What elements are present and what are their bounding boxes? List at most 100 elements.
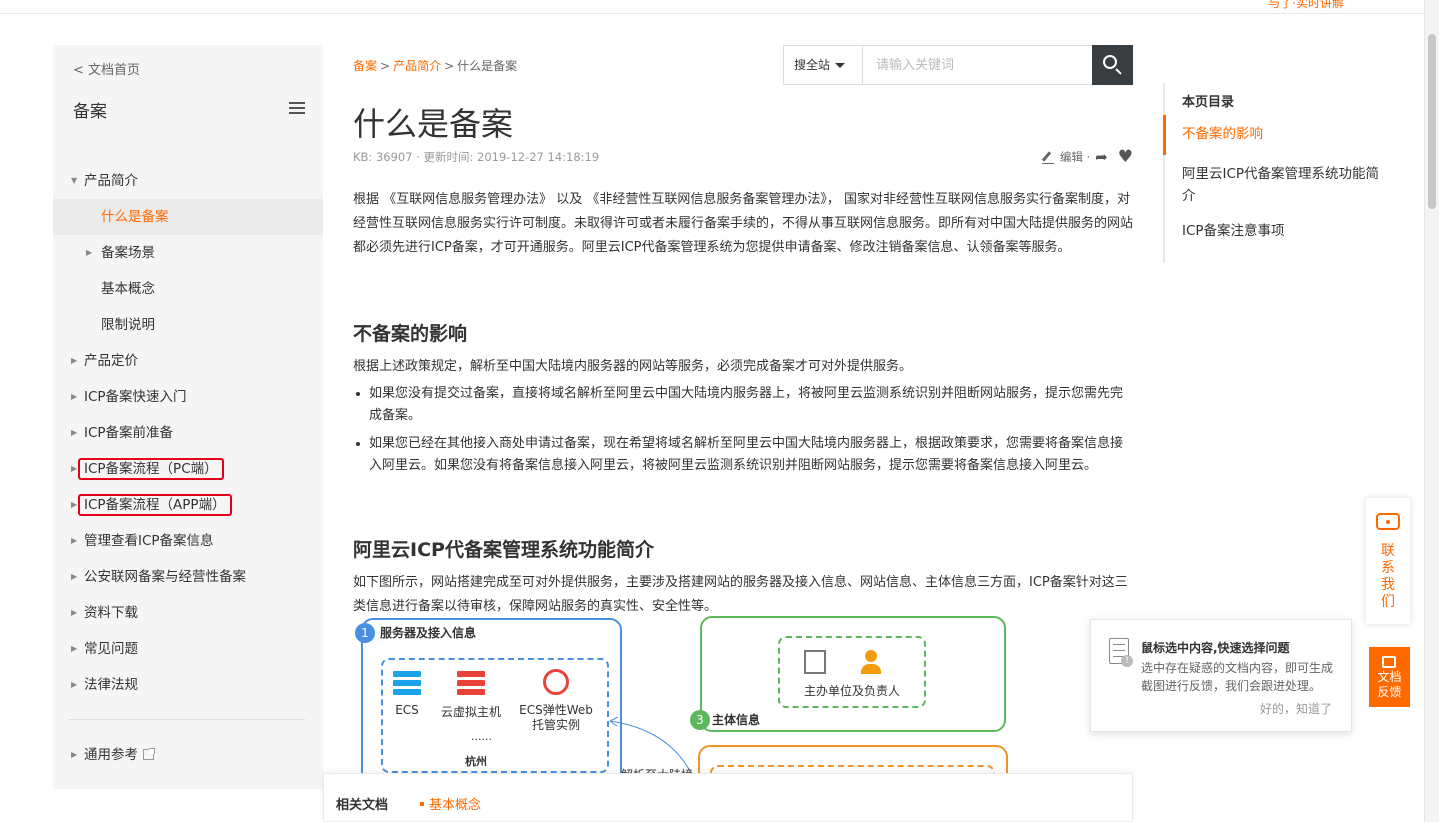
section-heading-system: 阿里云ICP代备案管理系统功能简介 (353, 539, 654, 561)
toc-item-impact[interactable]: 不备案的影响 (1182, 123, 1387, 145)
diagram-label-web: ECS弹性Web 托管实例 (519, 703, 593, 732)
diagram-entity-title: 主体信息 (712, 713, 761, 727)
diagram-label-vm: 云虚拟主机 (440, 705, 501, 719)
contact-us-label: 联系我们 (1381, 543, 1395, 610)
toc-item-system[interactable]: 阿里云ICP代备案管理系统功能简介 (1182, 163, 1387, 207)
sidebar-item-label: 常见问题 (84, 641, 138, 657)
page-scrollbar-thumb[interactable] (1428, 34, 1436, 209)
sidebar-item-what-is-filing[interactable]: 什么是备案 (53, 199, 323, 235)
share-icon[interactable]: ➦ (1095, 148, 1108, 166)
chevron-right-icon: ▶ (71, 464, 78, 473)
impact-list: 如果您没有提交过备案，直接将域名解析至阿里云中国大陆境内服务器上，将被阿里云监测… (353, 383, 1133, 483)
search-input[interactable] (864, 46, 1093, 84)
person-icon (860, 650, 882, 674)
system-paragraph: 如下图所示，网站搭建完成至可对外提供服务，主要涉及搭建网站的服务器及接入信息、网… (353, 575, 1128, 614)
chevron-right-icon: ▶ (86, 248, 93, 257)
sidebar-item-faq[interactable]: ▶ 常见问题 (53, 631, 323, 667)
sidebar-item-preparation[interactable]: ▶ ICP备案前准备 (53, 415, 323, 451)
chevron-right-icon: ▶ (71, 608, 78, 617)
intro-paragraph: 根据 《互联网信息服务管理办法》 以及 《非经营性互联网信息服务备案管理办法》，… (353, 192, 1133, 255)
edit-icon[interactable] (1041, 150, 1056, 164)
chevron-right-icon: ▶ (71, 750, 78, 759)
related-docs-label: 相关文档 (336, 798, 389, 813)
page-toc: 本页目录 不备案的影响 阿里云ICP代备案管理系统功能简介 ICP备案注意事项 (1163, 83, 1393, 263)
tip-description: 选中存在疑惑的文档内容，即可生成截图进行反馈，我们会跟进处理。 (1141, 661, 1334, 693)
sidebar-divider (69, 719, 305, 720)
sidebar-item-label: ICP备案快速入门 (84, 389, 187, 405)
diagram-ellipsis: ...... (471, 730, 492, 743)
impact-paragraph: 根据上述政策规定，解析至中国大陆境内服务器的网站等服务，必须完成备案才可对外提供… (353, 359, 913, 374)
menu-icon[interactable] (289, 102, 305, 114)
sidebar-item-limitations[interactable]: 限制说明 (53, 307, 323, 343)
tip-title: 鼠标选中内容,快速选择问题 (1141, 641, 1290, 655)
toc-item-notes[interactable]: ICP备案注意事项 (1182, 220, 1387, 242)
search-scope-label: 搜全站 (794, 58, 831, 72)
breadcrumb-root-link[interactable]: 备案 (353, 59, 377, 73)
chat-icon (1376, 513, 1400, 530)
doc-feedback-label: 文档 反馈 (1377, 670, 1402, 699)
breadcrumb-separator: > (380, 59, 391, 73)
sidebar-item-product-intro[interactable]: ▼ 产品简介 (53, 163, 323, 199)
chevron-right-icon: ▶ (71, 500, 78, 509)
contact-us-button[interactable]: 联系我们 (1366, 498, 1410, 624)
sidebar-item-label: 产品简介 (84, 173, 138, 189)
sidebar-item-laws[interactable]: ▶ 法律法规 (53, 667, 323, 703)
server-stack-icon (393, 671, 421, 695)
sidebar-item-process-app[interactable]: ▶ ICP备案流程（APP端） (53, 487, 323, 523)
related-doc-link[interactable]: 基本概念 (420, 794, 481, 813)
sidebar-item-label: ICP备案流程（APP端） (78, 494, 232, 516)
edit-link[interactable]: 编辑 · (1060, 149, 1090, 165)
sidebar-item-process-pc[interactable]: ▶ ICP备案流程（PC端） (53, 451, 323, 487)
toc-active-marker (1163, 115, 1166, 155)
page-title: 什么是备案 (353, 105, 514, 143)
sidebar-item-label: 基本概念 (101, 281, 155, 297)
sidebar-item-label: 管理查看ICP备案信息 (84, 533, 214, 549)
article-tools: 编辑 · ➦ ♥ (1041, 147, 1133, 167)
sidebar-title: 备案 (73, 102, 107, 122)
diagram-entity-inner: 主办单位及负责人 (778, 636, 926, 708)
article-main: 备案>产品简介>什么是备案 搜全站 什么是备案 KB: 36907 · 更新时间… (353, 45, 1133, 822)
document-icon: ! (1109, 638, 1133, 667)
chevron-right-icon: ▶ (71, 392, 78, 401)
heart-icon[interactable]: ♥ (1118, 147, 1133, 167)
diagram-step-badge: 1 (355, 623, 375, 643)
chevron-right-icon: ▶ (71, 428, 78, 437)
doc-feedback-button[interactable]: 文档 反馈 (1369, 647, 1410, 707)
sidebar-item-downloads[interactable]: ▶ 资料下载 (53, 595, 323, 631)
sidebar-item-police-filing[interactable]: ▶ 公安联网备案与经营性备案 (53, 559, 323, 595)
search-icon (1103, 55, 1117, 69)
sidebar-item-basic-concepts[interactable]: 基本概念 (53, 271, 323, 307)
sidebar-item-label: 资料下载 (84, 605, 138, 621)
diagram-server-title: 服务器及接入信息 (380, 626, 477, 640)
breadcrumb-mid-link[interactable]: 产品简介 (393, 59, 441, 73)
sidebar-item-general-reference[interactable]: ▶ 通用参考 (53, 737, 155, 773)
sidebar-item-quick-start[interactable]: ▶ ICP备案快速入门 (53, 379, 323, 415)
tip-dismiss-button[interactable]: 好的，知道了 (1260, 700, 1332, 717)
related-docs-bar: 相关文档 基本概念 (323, 773, 1133, 822)
diagram-entity-box: 3 主体信息 主办单位及负责人 (690, 616, 1006, 732)
sidebar-item-manage-info[interactable]: ▶ 管理查看ICP备案信息 (53, 523, 323, 559)
sidebar-nav: ▼ 产品简介 什么是备案 ▶ 备案场景 基本概念 限制说明 ▶ 产品定价 ▶ ICP备案… (53, 163, 323, 703)
search-scope-select[interactable]: 搜全站 (784, 46, 863, 84)
diagram-region-label: 杭州 (465, 755, 487, 768)
feedback-icon (1382, 656, 1396, 668)
page-scrollbar[interactable] (1424, 0, 1439, 822)
selection-tip-popover: ! 鼠标选中内容,快速选择问题 选中存在疑惑的文档内容，即可生成截图进行反馈，我… (1090, 619, 1352, 732)
top-bar-tail: 与了·实时讲解 (1268, 0, 1344, 10)
search-button[interactable] (1092, 45, 1133, 85)
building-icon (804, 650, 826, 674)
top-bar: 与了·实时讲解 (0, 0, 1424, 14)
sidebar-item-pricing[interactable]: ▶ 产品定价 (53, 343, 323, 379)
sidebar-item-label: ICP备案前准备 (84, 425, 174, 441)
breadcrumb-separator: > (444, 59, 455, 73)
breadcrumb-current: 什么是备案 (457, 59, 518, 73)
sidebar-item-label: 什么是备案 (101, 209, 169, 225)
sidebar-item-label: 通用参考 (84, 747, 138, 763)
diagram-server-inner: ECS 云虚拟主机 ECS弹性Web 托管实例 ...... 杭州 (381, 658, 609, 773)
sidebar-item-filing-scenarios[interactable]: ▶ 备案场景 (53, 235, 323, 271)
list-item: 如果您已经在其他接入商处申请过备案，现在希望将域名解析至阿里云中国大陆境内服务器… (353, 433, 1133, 477)
toc-title: 本页目录 (1182, 95, 1235, 110)
back-to-docs-link[interactable]: < 文档首页 (73, 59, 140, 78)
article-meta: KB: 36907 · 更新时间: 2019-12-27 14:18:19 (353, 150, 600, 164)
diagram-step-badge: 3 (690, 710, 710, 730)
